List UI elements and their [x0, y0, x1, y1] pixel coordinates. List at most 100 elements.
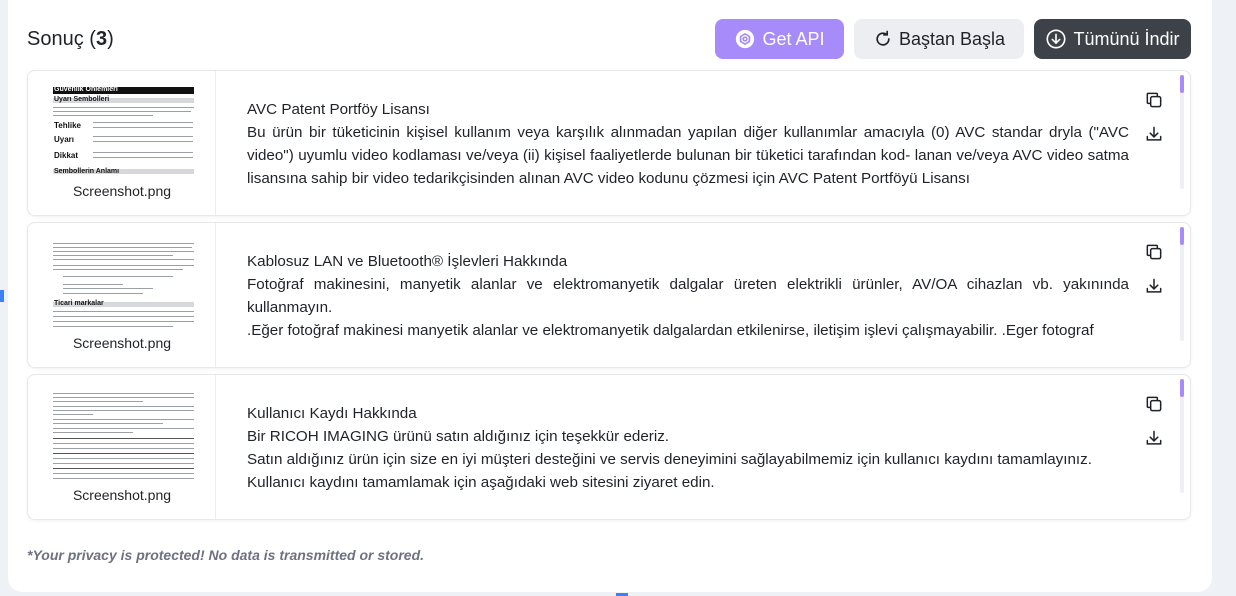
thumb-label: Dikkat: [54, 151, 79, 160]
text-line: .Eğer fotoğraf makinesi manyetik alanlar…: [247, 322, 1094, 339]
thumb-text-line: [93, 141, 193, 142]
scrollbar[interactable]: [1180, 227, 1184, 341]
thumb-text-line: [63, 276, 173, 277]
result-count: 3: [95, 28, 108, 50]
thumb-text-line: [53, 423, 163, 424]
thumb-text-line: [63, 288, 153, 289]
thumb-text-line: [53, 419, 194, 420]
results-header: Sonuç (3) Get API Baştan Başla Tümünü İn…: [8, 18, 1212, 60]
extracted-text[interactable]: Kablosuz LAN ve Bluetooth® İşlevleri Hak…: [247, 250, 1129, 340]
copy-icon: [1144, 394, 1164, 419]
thumb-text-line: [53, 428, 194, 429]
thumb-text-line: [53, 463, 194, 464]
thumb-text-line: [63, 284, 123, 285]
extracted-text[interactable]: Kullanıcı Kaydı Hakkında Bir RICOH IMAGI…: [247, 402, 1129, 492]
text-line: Kablosuz LAN ve Bluetooth® İşlevleri Hak…: [247, 253, 568, 270]
thumb-label: Ticari markalar: [54, 300, 104, 307]
thumb-text-line: [63, 293, 143, 294]
thumb-label: Uyarı: [54, 135, 75, 144]
thumb-text-line: [93, 136, 193, 137]
title-suffix: ): [107, 28, 114, 50]
file-name: Screenshot.png: [72, 335, 172, 351]
scrollbar[interactable]: [1180, 379, 1184, 493]
text-line: Bu ürün bir tüketicinin kişisel kullanım…: [247, 124, 1129, 187]
edge-indicator: [0, 290, 4, 302]
thumb-text-line: [53, 243, 194, 244]
openai-logo-icon: [734, 28, 756, 50]
thumb-label: Güvenlik Önlemleri: [54, 86, 118, 93]
thumb-text-line: [53, 115, 153, 116]
text-line: Bir RICOH IMAGING ürünü satın aldığınız …: [247, 428, 670, 445]
thumb-text-line: [53, 468, 194, 469]
thumb-text-line: [53, 269, 183, 270]
thumb-text-line: [53, 458, 194, 459]
thumb-text-line: [53, 478, 194, 479]
text-line: Kullanıcı kaydını tamamlamak için aşağıd…: [247, 474, 715, 491]
text-line: Fotoğraf makinesini, manyetik alanlar ve…: [247, 276, 1129, 316]
get-api-button[interactable]: Get API: [715, 19, 844, 59]
restart-arrow-icon: [873, 29, 893, 49]
extracted-text[interactable]: AVC Patent Portföy Lisansı Bu ürün bir t…: [247, 98, 1129, 188]
copy-icon: [1144, 242, 1164, 267]
thumb-text-line: [53, 326, 173, 327]
download-all-button[interactable]: Tümünü İndir: [1034, 19, 1191, 59]
thumbnail-panel: Ticari markalar Screenshot.png: [28, 223, 216, 367]
result-card: Screenshot.png Kullanıcı Kaydı Hakkında …: [27, 374, 1191, 520]
thumb-text-line: [53, 265, 194, 266]
copy-button[interactable]: [1141, 393, 1167, 419]
thumb-text-line: [53, 107, 194, 108]
scrollbar[interactable]: [1180, 75, 1184, 189]
thumb-label: Uyarı Sembolleri: [54, 96, 110, 103]
thumb-text-line: [53, 438, 194, 439]
thumb-text-line: [53, 259, 194, 260]
download-icon: [1144, 276, 1164, 301]
results-panel: Sonuç (3) Get API Baştan Başla Tümünü İn…: [8, 0, 1212, 592]
thumb-text-line: [93, 127, 193, 128]
thumb-text-line: [53, 410, 194, 411]
thumb-text-line: [53, 251, 194, 252]
get-api-label: Get API: [762, 28, 825, 49]
file-name: Screenshot.png: [72, 487, 172, 503]
copy-button[interactable]: [1141, 241, 1167, 267]
thumb-text-line: [53, 406, 194, 407]
download-button[interactable]: [1141, 123, 1167, 149]
thumb-text-line: [53, 111, 191, 112]
thumbnail-panel: Screenshot.png: [28, 375, 216, 519]
thumb-text-line: [53, 316, 194, 317]
result-card: Ticari markalar Screenshot.png Kablosuz …: [27, 222, 1191, 368]
thumb-text-line: [53, 247, 192, 248]
text-line: Kullanıcı Kaydı Hakkında: [247, 405, 417, 422]
copy-button[interactable]: [1141, 89, 1167, 115]
scrollbar-thumb[interactable]: [1180, 379, 1184, 397]
thumb-text-line: [53, 311, 194, 312]
restart-button[interactable]: Baştan Başla: [854, 19, 1024, 59]
thumb-text-line: [93, 122, 193, 123]
download-icon: [1144, 124, 1164, 149]
document-thumbnail: Güvenlik Önlemleri Uyarı Sembolleri Tehl…: [53, 83, 194, 179]
scrollbar-thumb[interactable]: [1180, 75, 1184, 93]
title-prefix: Sonuç (: [27, 28, 96, 50]
thumb-text-line: [93, 152, 193, 153]
thumb-text-line: [53, 432, 133, 433]
document-thumbnail: Ticari markalar: [53, 235, 194, 331]
thumb-text-line: [53, 473, 194, 474]
copy-icon: [1144, 90, 1164, 115]
thumb-text-line: [53, 397, 194, 398]
thumb-text-line: [53, 443, 194, 444]
thumb-label: Tehlike: [54, 121, 81, 130]
privacy-note: *Your privacy is protected! No data is t…: [27, 547, 425, 563]
restart-label: Baştan Başla: [898, 28, 1006, 49]
thumb-text-line: [53, 401, 143, 402]
thumb-text-line: [53, 321, 194, 322]
result-card: Güvenlik Önlemleri Uyarı Sembolleri Tehl…: [27, 70, 1191, 216]
thumbnail-panel: Güvenlik Önlemleri Uyarı Sembolleri Tehl…: [28, 71, 216, 215]
text-line: AVC Patent Portföy Lisansı: [247, 101, 430, 118]
text-line: Satın aldığınız ürün için size en iyi mü…: [247, 451, 1092, 468]
document-thumbnail: [53, 387, 194, 483]
download-all-label: Tümünü İndir: [1073, 28, 1180, 49]
scrollbar-thumb[interactable]: [1180, 227, 1184, 245]
download-button[interactable]: [1141, 427, 1167, 453]
results-title: Sonuç (3): [27, 28, 114, 51]
download-button[interactable]: [1141, 275, 1167, 301]
download-icon: [1144, 428, 1164, 453]
